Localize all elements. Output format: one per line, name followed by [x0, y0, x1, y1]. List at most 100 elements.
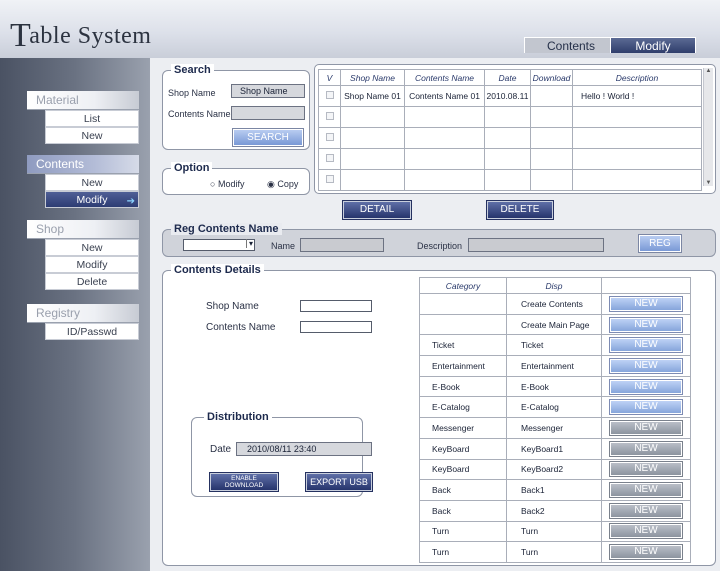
- sidebar-group-title[interactable]: Shop: [27, 220, 139, 239]
- sidebar-group-title[interactable]: Registry: [27, 304, 139, 323]
- sidebar-item-contents-new[interactable]: New: [45, 174, 139, 191]
- sidebar-item-shop-new[interactable]: New: [45, 239, 139, 256]
- search-button[interactable]: SEARCH: [232, 128, 304, 147]
- cell-desc: [572, 148, 702, 170]
- table-row: KeyBoard KeyBoard1 NEW: [419, 437, 691, 460]
- col-header: Date: [484, 69, 531, 86]
- table-row: Ticket Ticket NEW: [419, 334, 691, 357]
- cell-disp: Ticket: [506, 334, 602, 357]
- col-header: Shop Name: [340, 69, 405, 86]
- table-row[interactable]: [318, 169, 702, 191]
- col-header: Contents Name: [404, 69, 485, 86]
- cell-category: Back: [419, 479, 507, 501]
- shop-name-input[interactable]: Shop Name: [231, 84, 305, 98]
- cell-contents: [404, 127, 485, 149]
- new-button[interactable]: NEW: [609, 523, 683, 540]
- cell-disp: KeyBoard1: [506, 437, 602, 460]
- chevron-down-icon: ▾: [245, 239, 253, 248]
- sidebar-group-title[interactable]: Contents: [27, 155, 139, 174]
- new-button[interactable]: NEW: [609, 337, 683, 354]
- sidebar-item-label: Modify: [76, 194, 108, 206]
- app-logo: Table System: [10, 14, 151, 54]
- detail-shop-name-input[interactable]: [300, 300, 372, 312]
- scroll-up-icon[interactable]: ▲: [704, 68, 713, 74]
- tab-modify[interactable]: Modify: [610, 37, 696, 53]
- distribution-panel: Distribution Date 2010/08/11 23:40 ENABL…: [191, 411, 373, 497]
- table-row[interactable]: [318, 148, 702, 170]
- sidebar-item-shop-modify[interactable]: Modify: [45, 256, 139, 273]
- cell-date: 2010.08.11: [484, 85, 531, 107]
- new-button[interactable]: NEW: [609, 295, 683, 312]
- delete-button[interactable]: DELETE: [486, 200, 554, 220]
- detail-contents-name-input[interactable]: [300, 321, 372, 333]
- cell-contents: [404, 106, 485, 128]
- sidebar-group-title[interactable]: Material: [27, 91, 139, 110]
- new-button[interactable]: NEW: [609, 419, 683, 436]
- tab-contents[interactable]: Contents: [524, 37, 618, 53]
- reg-description-input[interactable]: [468, 238, 604, 252]
- contents-details-panel: Contents Details Shop Name Contents Name…: [162, 264, 716, 566]
- new-button[interactable]: NEW: [609, 316, 683, 333]
- option-modify[interactable]: ○ Modify: [210, 179, 244, 189]
- cell-desc: Hello ! World !: [572, 85, 702, 107]
- cell-category: Turn: [419, 541, 507, 563]
- vertical-scrollbar[interactable]: ▲ ▼: [703, 68, 713, 186]
- col-header: Description: [572, 69, 702, 86]
- cell-disp: Entertainment: [506, 355, 602, 377]
- table-row[interactable]: Shop Name 01 Contents Name 01 2010.08.11 He…: [318, 85, 702, 107]
- date-input[interactable]: 2010/08/11 23:40: [236, 442, 372, 456]
- new-button[interactable]: NEW: [609, 378, 683, 395]
- option-copy[interactable]: ◉ Copy: [267, 179, 298, 190]
- new-button[interactable]: NEW: [609, 440, 683, 457]
- table-row: Entertainment Entertainment NEW: [419, 355, 691, 377]
- row-checkbox[interactable]: [325, 112, 334, 120]
- category-select[interactable]: ▾: [183, 239, 255, 251]
- new-button[interactable]: NEW: [609, 399, 683, 416]
- new-button[interactable]: NEW: [609, 357, 683, 374]
- table-header-row: Category Disp: [419, 277, 691, 294]
- new-button[interactable]: NEW: [609, 502, 683, 519]
- radio-empty-icon: ○: [210, 179, 216, 189]
- detail-button[interactable]: DETAIL: [342, 200, 412, 220]
- sidebar-item-material-new[interactable]: New: [45, 127, 139, 144]
- new-button[interactable]: NEW: [609, 544, 683, 561]
- reg-button[interactable]: REG: [638, 234, 682, 253]
- cell-category: [419, 293, 507, 315]
- contents-name-input[interactable]: [231, 106, 305, 120]
- row-checkbox[interactable]: [325, 154, 334, 162]
- cell-category: Messenger: [419, 417, 507, 439]
- cell-disp: Back2: [506, 499, 602, 522]
- row-checkbox[interactable]: [325, 175, 334, 183]
- logo-cap: T: [10, 17, 32, 54]
- reg-name-input[interactable]: [300, 238, 384, 252]
- row-checkbox[interactable]: [325, 91, 334, 99]
- row-checkbox[interactable]: [325, 133, 334, 141]
- table-row[interactable]: [318, 106, 702, 128]
- cell-date: [484, 148, 531, 170]
- new-button[interactable]: NEW: [609, 461, 683, 478]
- cell-desc: [572, 169, 702, 191]
- sidebar-item-material-list[interactable]: List: [45, 110, 139, 127]
- scroll-down-icon[interactable]: ▼: [704, 180, 713, 186]
- table-row[interactable]: [318, 127, 702, 149]
- cell-category: Turn: [419, 520, 507, 543]
- new-button[interactable]: NEW: [609, 482, 683, 499]
- sidebar-group-registry: Registry ID/Passwd: [27, 304, 139, 340]
- cell-disp: E-Catalog: [506, 396, 602, 419]
- header: Table System Contents Modify: [0, 0, 720, 58]
- enable-download-label: DOWNLOAD: [224, 482, 264, 489]
- cell-shop: [340, 106, 405, 128]
- cell-disp: Create Contents: [506, 293, 602, 315]
- radio-selected-icon: ◉: [267, 179, 275, 189]
- details-title: Contents Details: [171, 264, 264, 276]
- reg-description-label: Description: [417, 241, 463, 251]
- table-row: Back Back2 NEW: [419, 499, 691, 522]
- cell-shop: [340, 169, 405, 191]
- cell-contents: Contents Name 01: [404, 85, 485, 107]
- enable-download-button[interactable]: ENABLE DOWNLOAD: [209, 472, 279, 492]
- sidebar-item-contents-modify[interactable]: Modify ➔: [45, 191, 139, 208]
- export-usb-button[interactable]: EXPORT USB: [305, 472, 373, 492]
- sidebar-item-shop-delete[interactable]: Delete: [45, 273, 139, 290]
- contents-name-label: Contents Name: [168, 109, 231, 119]
- sidebar-item-registry-idpasswd[interactable]: ID/Passwd: [45, 323, 139, 340]
